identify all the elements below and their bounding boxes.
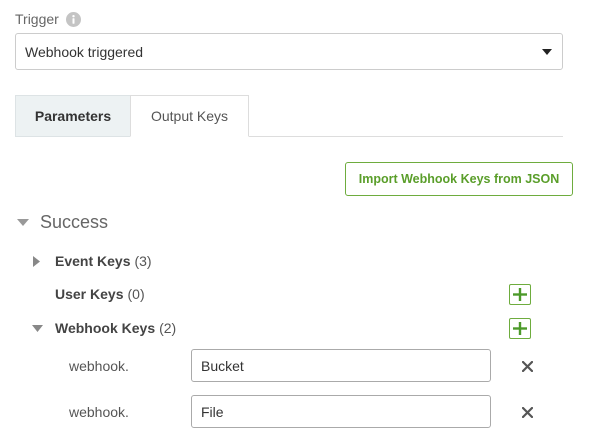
tab-parameters[interactable]: Parameters <box>15 95 131 137</box>
close-icon <box>522 407 533 418</box>
trigger-select[interactable]: Webhook triggered <box>15 33 563 70</box>
add-user-key-button[interactable] <box>509 284 531 305</box>
user-keys-label: User Keys <box>55 286 124 302</box>
tab-output-keys-label: Output Keys <box>150 108 229 124</box>
caret-down-icon <box>32 324 43 332</box>
webhook-key-prefix: webhook. <box>69 404 129 420</box>
webhook-key-prefix: webhook. <box>69 358 129 374</box>
caret-down-icon <box>542 49 552 55</box>
info-icon[interactable] <box>65 11 81 27</box>
import-webhook-keys-button[interactable]: Import Webhook Keys from JSON <box>345 162 573 196</box>
close-icon <box>522 361 533 372</box>
webhook-key-input[interactable] <box>191 395 491 428</box>
webhook-key-input[interactable] <box>191 349 491 382</box>
user-keys-count: (0) <box>127 286 145 302</box>
remove-webhook-key-button[interactable] <box>521 360 535 374</box>
tab-parameters-label: Parameters <box>34 108 112 124</box>
user-keys-row: User Keys (0) <box>55 284 145 304</box>
webhook-keys-count: (2) <box>159 320 177 336</box>
event-keys-count: (3) <box>134 253 152 269</box>
webhook-keys-label: Webhook Keys <box>55 320 156 336</box>
add-webhook-key-button[interactable] <box>509 318 531 339</box>
tab-output-keys[interactable]: Output Keys <box>130 95 249 137</box>
trigger-label: Trigger <box>15 11 81 27</box>
success-label: Success <box>40 211 109 232</box>
import-webhook-keys-label: Import Webhook Keys from JSON <box>358 172 560 186</box>
plus-icon <box>513 288 527 301</box>
event-keys-label: Event Keys <box>55 253 131 269</box>
success-toggle[interactable]: Success <box>17 211 108 233</box>
plus-icon <box>513 322 527 335</box>
caret-down-icon <box>17 218 29 226</box>
remove-webhook-key-button[interactable] <box>521 406 535 420</box>
event-keys-toggle[interactable]: Event Keys (3) <box>33 251 152 271</box>
trigger-select-value: Webhook triggered <box>25 43 144 60</box>
webhook-keys-toggle[interactable]: Webhook Keys (2) <box>32 318 176 338</box>
trigger-label-text: Trigger <box>15 11 59 27</box>
caret-right-icon <box>33 255 40 267</box>
